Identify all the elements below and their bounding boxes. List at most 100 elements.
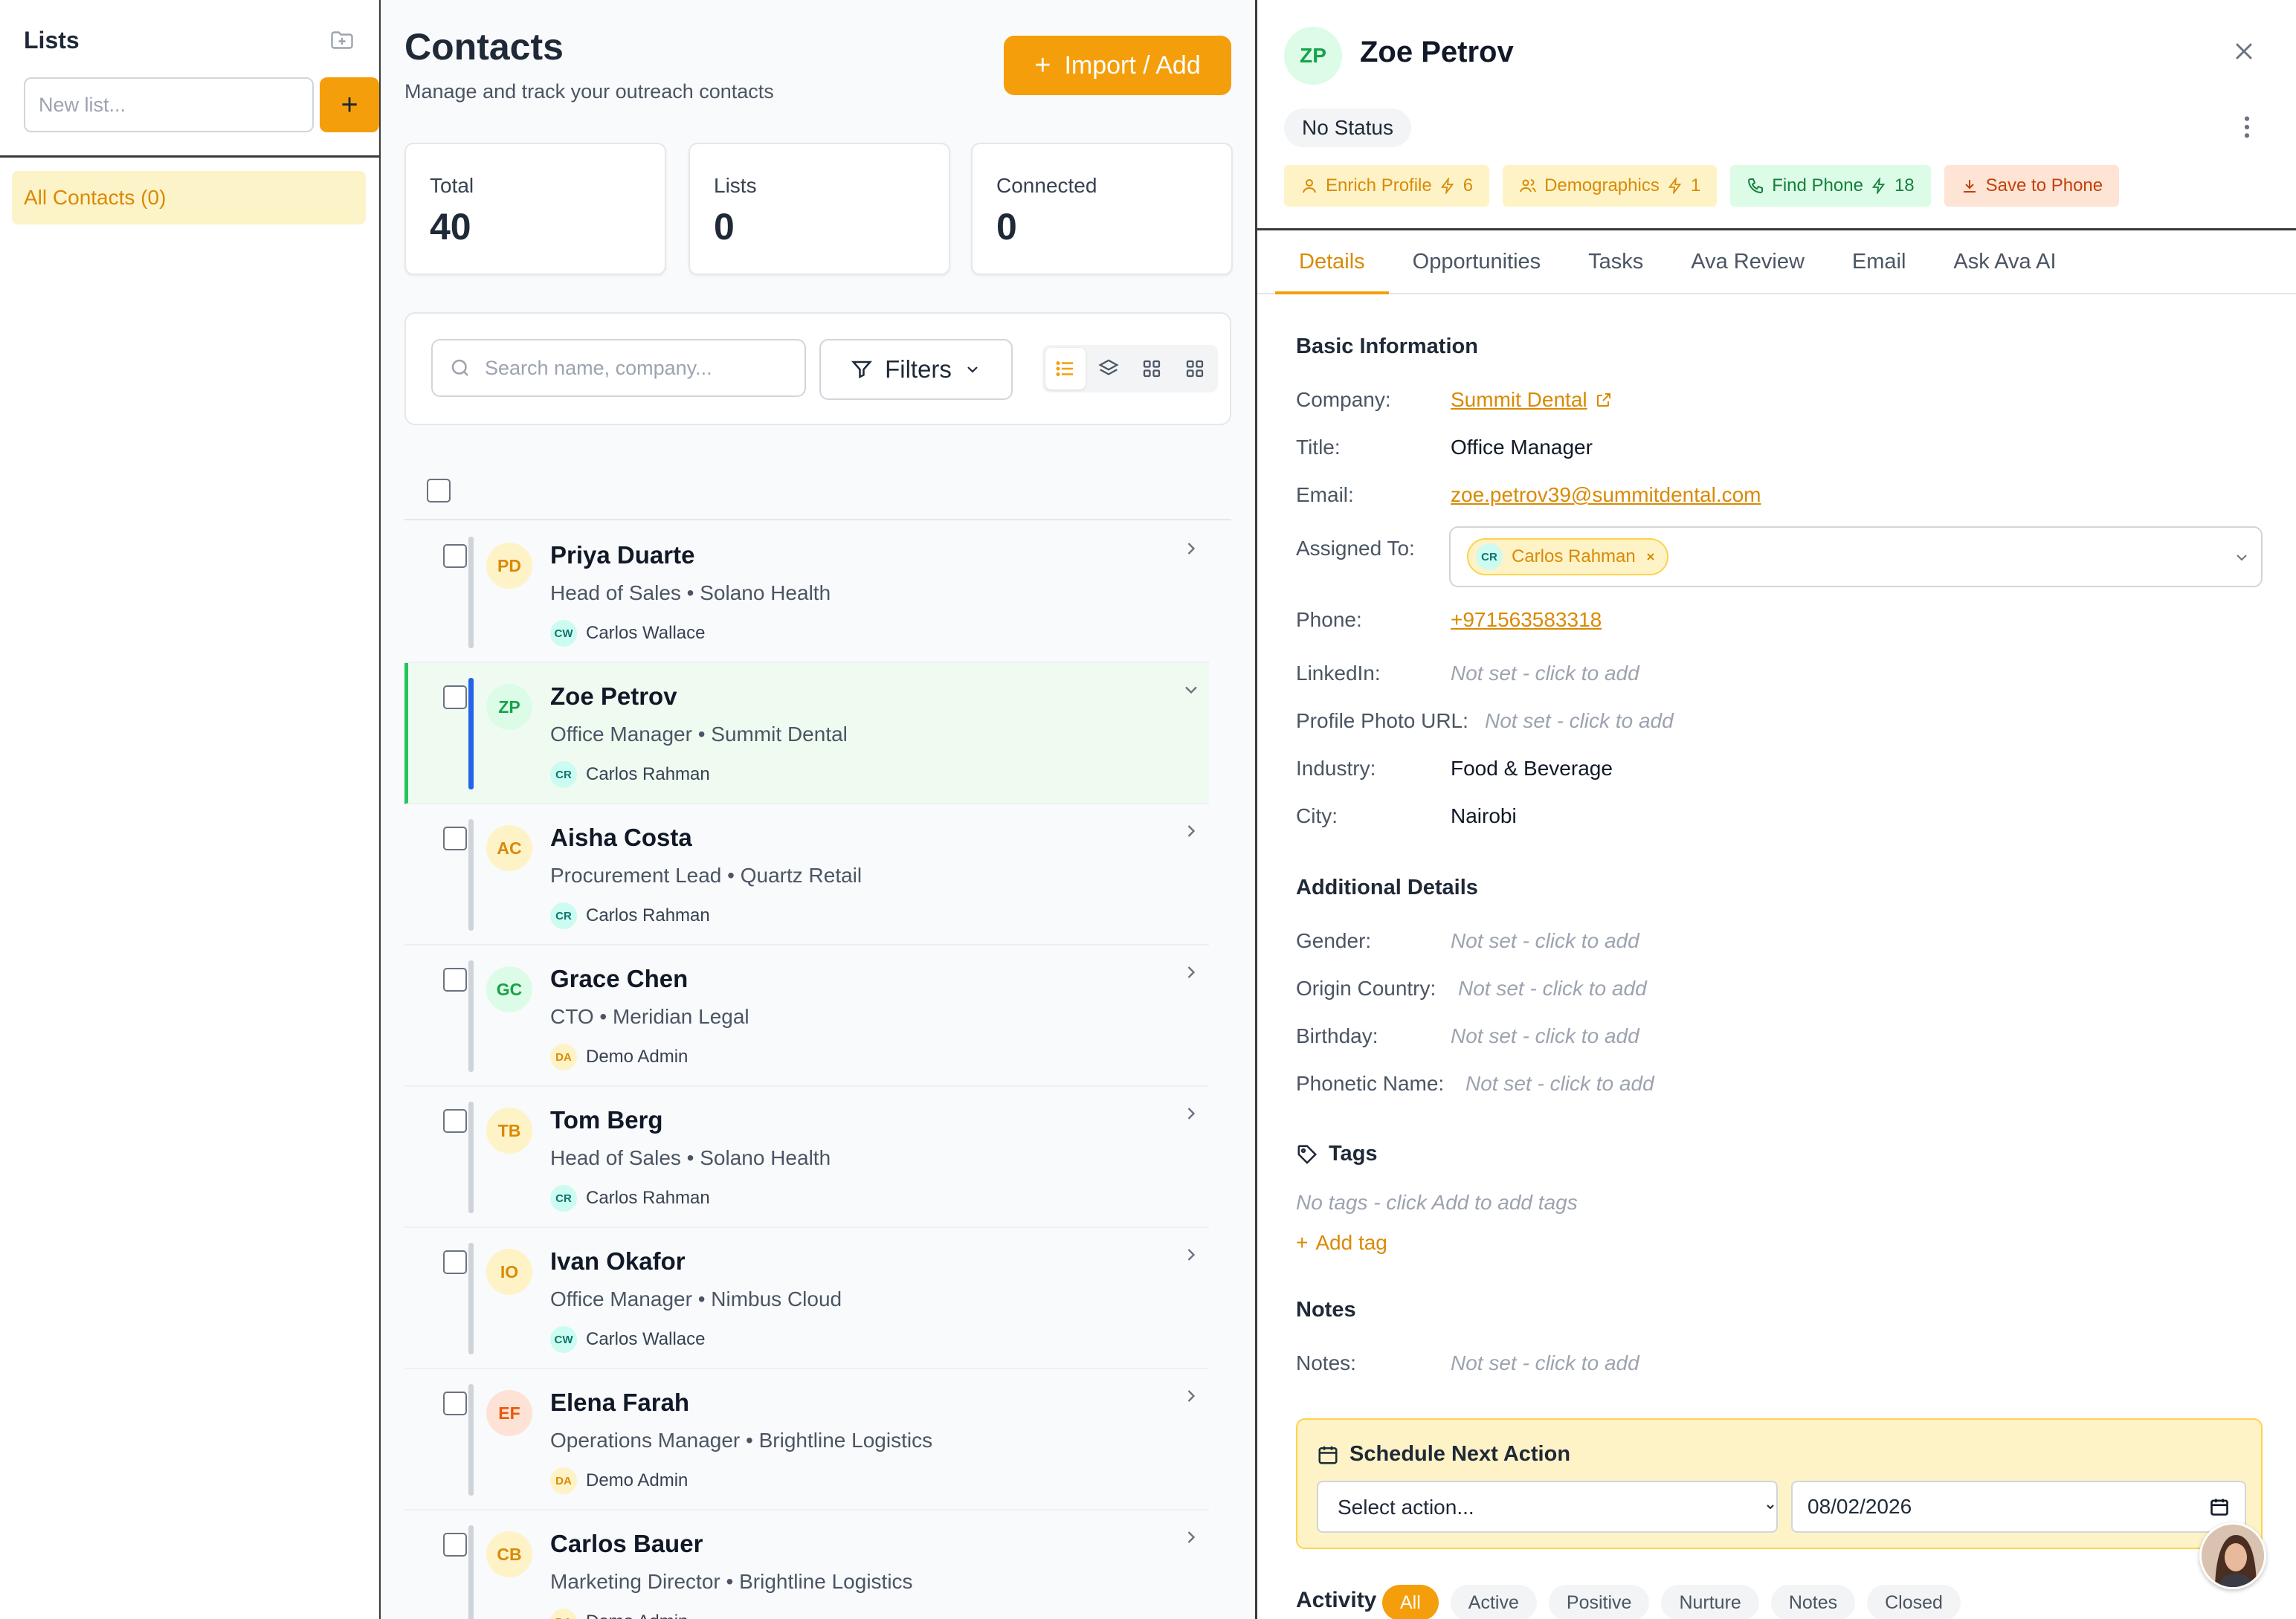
demographics-button[interactable]: Demographics 1: [1503, 165, 1718, 207]
row-checkbox[interactable]: [443, 685, 467, 709]
chevron-down-icon[interactable]: [1181, 679, 1202, 700]
notes-value[interactable]: Not set - click to add: [1451, 1351, 1639, 1375]
gender-value[interactable]: Not set - click to add: [1451, 929, 1639, 953]
add-tag-button[interactable]: + Add tag: [1296, 1231, 1387, 1255]
chevron-right-icon[interactable]: [1181, 1386, 1202, 1406]
contact-owner: CW Carlos Wallace: [550, 1326, 706, 1353]
activity-filters: All Active Positive Nurture Notes Closed: [1382, 1585, 1961, 1619]
new-list-input[interactable]: [24, 77, 314, 132]
chevron-right-icon[interactable]: [1181, 821, 1202, 841]
linkedin-label: LinkedIn:: [1296, 662, 1381, 685]
sidebar-item-all-contacts[interactable]: All Contacts (0): [12, 171, 366, 224]
tab-ava-review[interactable]: Ava Review: [1667, 232, 1828, 294]
chevron-right-icon[interactable]: [1181, 538, 1202, 559]
activity-filter-all[interactable]: All: [1382, 1585, 1439, 1619]
assigned-to-select[interactable]: CR Carlos Rahman: [1449, 526, 2263, 587]
activity-filter-closed[interactable]: Closed: [1867, 1585, 1961, 1619]
activity-filter-positive[interactable]: Positive: [1548, 1585, 1650, 1619]
stack-view-button[interactable]: [1089, 348, 1129, 390]
action-date-input[interactable]: 08/02/2026: [1791, 1481, 2246, 1533]
industry-value[interactable]: Food & Beverage: [1451, 757, 1613, 781]
chevron-right-icon[interactable]: [1181, 1244, 1202, 1265]
users-icon: [1520, 179, 1537, 193]
activity-filter-nurture[interactable]: Nurture: [1661, 1585, 1759, 1619]
owner-name: Carlos Rahman: [586, 1188, 710, 1208]
tab-details[interactable]: Details: [1275, 232, 1389, 294]
chevron-right-icon[interactable]: [1181, 1527, 1202, 1548]
owner-avatar: DA: [550, 1609, 577, 1619]
contact-name: Zoe Petrov: [550, 682, 677, 710]
company-link[interactable]: Summit Dental: [1451, 388, 1587, 412]
tab-ask-ava-ai[interactable]: Ask Ava AI: [1929, 232, 2080, 294]
city-value[interactable]: Nairobi: [1451, 804, 1517, 828]
tab-opportunities[interactable]: Opportunities: [1389, 232, 1565, 294]
chevron-right-icon[interactable]: [1181, 1103, 1202, 1124]
page-title: Contacts: [404, 26, 564, 68]
close-icon[interactable]: [2231, 39, 2257, 64]
birthday-label: Birthday:: [1296, 1024, 1378, 1047]
owner-name: Carlos Wallace: [586, 1329, 706, 1349]
add-list-button[interactable]: +: [320, 77, 379, 132]
owner-name: Carlos Rahman: [586, 764, 710, 784]
assistant-avatar[interactable]: [2199, 1522, 2266, 1589]
row-checkbox[interactable]: [443, 1250, 467, 1274]
external-link-icon[interactable]: [1595, 391, 1613, 409]
filters-button[interactable]: Filters: [819, 339, 1013, 400]
contact-row-selected[interactable]: ZP Zoe Petrov Office Manager • Summit De…: [404, 663, 1209, 804]
list-view-button[interactable]: [1045, 348, 1086, 390]
birthday-value[interactable]: Not set - click to add: [1451, 1024, 1639, 1048]
activity-filter-active[interactable]: Active: [1450, 1585, 1537, 1619]
title-value[interactable]: Office Manager: [1451, 436, 1593, 459]
import-add-button[interactable]: + Import / Add: [1004, 36, 1231, 95]
action-select[interactable]: Select action...: [1317, 1481, 1778, 1533]
tab-tasks[interactable]: Tasks: [1564, 232, 1667, 294]
calendar-picker-icon[interactable]: [2209, 1496, 2230, 1517]
contact-row[interactable]: PD Priya Duarte Head of Sales • Solano H…: [404, 522, 1209, 663]
tab-email[interactable]: Email: [1828, 232, 1930, 294]
contact-owner: CR Carlos Rahman: [550, 761, 710, 788]
more-vertical-icon[interactable]: [2243, 114, 2251, 140]
remove-tag-icon[interactable]: [1645, 551, 1657, 563]
assignee-avatar: CR: [1476, 543, 1503, 570]
contact-row[interactable]: CB Carlos Bauer Marketing Director • Bri…: [404, 1510, 1209, 1619]
contact-row[interactable]: AC Aisha Costa Procurement Lead • Quartz…: [404, 804, 1209, 946]
row-status-bar: [468, 1384, 474, 1496]
enrich-profile-button[interactable]: Enrich Profile 6: [1284, 165, 1490, 207]
contact-row[interactable]: EF Elena Farah Operations Manager • Brig…: [404, 1369, 1209, 1510]
list-icon: [1056, 361, 1073, 376]
chevron-down-icon: [967, 366, 978, 373]
owner-name: Demo Admin: [586, 1470, 689, 1490]
row-checkbox[interactable]: [443, 1533, 467, 1557]
search-box[interactable]: [431, 339, 806, 397]
chevron-right-icon[interactable]: [1181, 962, 1202, 983]
grid-view-button[interactable]: [1132, 348, 1172, 390]
phone-link[interactable]: +971563583318: [1451, 608, 1602, 632]
activity-filter-notes[interactable]: Notes: [1770, 1585, 1856, 1619]
phonetic-name-value[interactable]: Not set - click to add: [1465, 1072, 1654, 1096]
phone-label: Phone:: [1296, 608, 1362, 631]
find-phone-button[interactable]: Find Phone 18: [1730, 165, 1931, 207]
search-input[interactable]: [485, 356, 797, 380]
activity-label: Activity: [1296, 1588, 1377, 1612]
folder-plus-icon[interactable]: [327, 27, 357, 54]
profile-photo-value[interactable]: Not set - click to add: [1485, 709, 1674, 733]
email-link[interactable]: zoe.petrov39@summitdental.com: [1451, 483, 1761, 507]
status-badge[interactable]: No Status: [1284, 109, 1411, 147]
select-all-checkbox[interactable]: [427, 479, 451, 502]
row-checkbox[interactable]: [443, 544, 467, 568]
save-to-phone-button[interactable]: Save to Phone: [1944, 165, 2120, 207]
origin-country-value[interactable]: Not set - click to add: [1458, 977, 1647, 1001]
row-checkbox[interactable]: [443, 1109, 467, 1133]
row-checkbox[interactable]: [443, 1392, 467, 1415]
row-checkbox[interactable]: [443, 827, 467, 850]
compact-grid-view-button[interactable]: [1175, 348, 1215, 390]
contact-row[interactable]: TB Tom Berg Head of Sales • Solano Healt…: [404, 1087, 1209, 1228]
owner-avatar: CR: [550, 1185, 577, 1212]
contact-row[interactable]: GC Grace Chen CTO • Meridian Legal DA De…: [404, 946, 1209, 1087]
linkedin-value[interactable]: Not set - click to add: [1451, 662, 1639, 685]
demographics-label: Demographics: [1544, 175, 1660, 195]
contact-title-company: Operations Manager • Brightline Logistic…: [550, 1429, 933, 1452]
row-checkbox[interactable]: [443, 968, 467, 992]
contact-row[interactable]: IO Ivan Okafor Office Manager • Nimbus C…: [404, 1228, 1209, 1369]
filters-label: Filters: [885, 355, 952, 383]
